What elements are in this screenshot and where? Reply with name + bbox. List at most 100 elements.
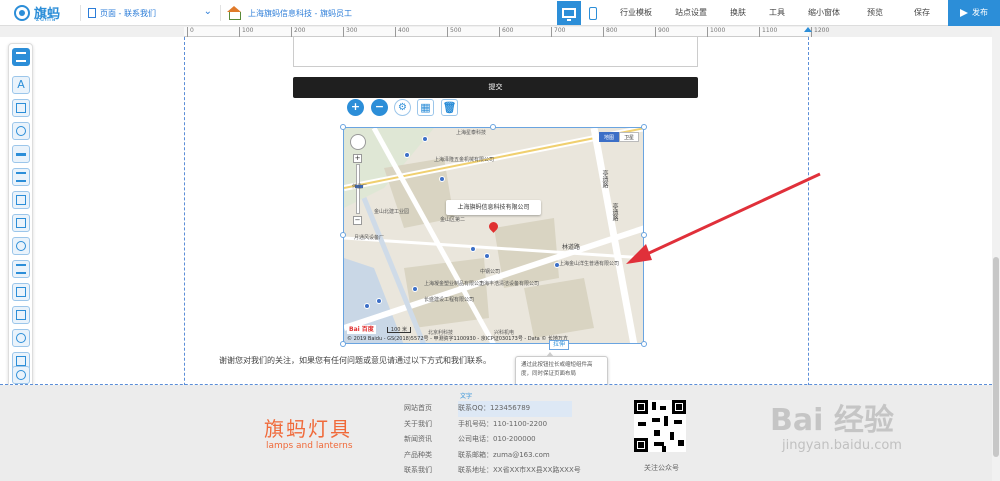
app-logo[interactable]: 旗蚂 zuma: [14, 3, 74, 23]
delete-icon[interactable]: 🗑: [441, 99, 458, 116]
ruler-tick: 1100: [759, 27, 777, 37]
map-poi-label: 上海泽隆五金机械有限公司: [434, 157, 495, 163]
site-name: 上海旗蚂信息科技 - 旗蚂员工: [248, 8, 352, 18]
ruler-tick: 1000: [707, 27, 725, 37]
text-component-tag: 文字: [460, 393, 473, 400]
baidu-map[interactable]: + − 地图 卫星 上海星泰科技 上海泽隆五金机械有限公司 伟星厂 金山北建工业…: [343, 127, 644, 344]
resize-handle[interactable]: [641, 124, 647, 130]
poi-marker[interactable]: [470, 246, 476, 252]
ruler-tick: 1200: [811, 27, 829, 37]
palette-line-button[interactable]: [12, 145, 30, 163]
palette-shop-button[interactable]: [12, 214, 30, 232]
page-selector[interactable]: 页面 - 联系我们 ⌄: [88, 0, 216, 26]
footer-link-home[interactable]: 网站首页: [404, 401, 432, 417]
submit-button[interactable]: 提交: [293, 77, 698, 98]
gallery-icon: [16, 195, 26, 205]
home-icon: [226, 6, 242, 20]
publish-button[interactable]: 发布: [948, 0, 1000, 26]
qr-code: [634, 400, 686, 452]
palette-music-button[interactable]: [12, 260, 30, 278]
palette-search-button[interactable]: [12, 366, 30, 384]
menu-preview[interactable]: 预览: [857, 0, 893, 26]
add-icon[interactable]: +: [347, 99, 364, 116]
map-zoom-in-button[interactable]: +: [353, 154, 362, 163]
road-label: 亭遗路: [601, 170, 608, 188]
mobile-view-button[interactable]: [581, 1, 605, 25]
map-poi-label: 上海金山洋生普通有限公司: [559, 261, 620, 267]
video-icon: [16, 287, 26, 297]
menu-shrink-window[interactable]: 缩小窗体: [802, 0, 846, 26]
map-pan-control[interactable]: [350, 134, 366, 150]
map-type-map[interactable]: 地图: [598, 132, 619, 142]
menu-save[interactable]: 保存: [902, 0, 942, 26]
road-label: 亭遗路: [611, 203, 618, 221]
map-component-toolbar: + − ⚙ ▦ 🗑: [345, 97, 460, 119]
resize-handle[interactable]: [490, 124, 496, 130]
palette-form-button[interactable]: [12, 99, 30, 117]
text-icon: A: [17, 78, 25, 91]
stretch-handle[interactable]: 拉伸: [549, 340, 570, 350]
resize-handle[interactable]: [340, 124, 346, 130]
poi-marker[interactable]: [412, 286, 418, 292]
poi-marker[interactable]: [404, 152, 410, 158]
map-poi-label: 上海凝金塑业制品有限公司: [424, 281, 485, 287]
poi-marker[interactable]: [484, 253, 490, 259]
map-poi-label: 金山北建工业园: [374, 209, 410, 215]
shapes-icon: [16, 126, 26, 136]
contact-intro-text: 谢谢您对我们的关注，如果您有任何问题或意见请通过以下方式和我们联系。: [219, 356, 491, 365]
map-poi-label: 上海丰浩清洁设备有限公司: [479, 281, 540, 287]
menu-skin[interactable]: 换肤: [723, 0, 753, 26]
ruler-tick: 0: [187, 27, 194, 37]
palette-list-button[interactable]: [12, 168, 30, 186]
palette-shapes-button[interactable]: [12, 122, 30, 140]
grid-icon[interactable]: ▦: [417, 99, 434, 116]
footer-brand-tagline: lamps and lanterns: [266, 441, 353, 451]
menu-site-settings[interactable]: 站点设置: [669, 0, 713, 26]
settings-gear-icon[interactable]: ⚙: [394, 99, 411, 116]
publish-label: 发布: [972, 8, 988, 17]
ruler-tick: 600: [499, 27, 513, 37]
map-zoom-out-button[interactable]: −: [353, 216, 362, 225]
snowflake-icon: [16, 241, 26, 251]
resize-handle[interactable]: [340, 232, 346, 238]
site-selector[interactable]: 上海旗蚂信息科技 - 旗蚂员工: [226, 0, 352, 26]
chevron-down-icon: ⌄: [203, 6, 212, 17]
palette-text-button[interactable]: A: [12, 76, 30, 94]
contact-mobile: 手机号码：110-1100-2200: [458, 419, 548, 428]
list-icon: [16, 52, 26, 62]
palette-gallery-button[interactable]: [12, 191, 30, 209]
map-poi-label: 长盛建设工程有限公司: [424, 297, 475, 303]
resize-handle[interactable]: [340, 341, 346, 347]
poi-marker[interactable]: [376, 298, 382, 304]
poi-marker[interactable]: [439, 176, 445, 182]
palette-effects-button[interactable]: [12, 237, 30, 255]
stretch-tooltip: 通过此按钮拉长或缩短组件高度，同时保证页面布局: [515, 352, 608, 386]
resize-handle[interactable]: [641, 341, 647, 347]
ruler-tick: 500: [447, 27, 461, 37]
footer-link-about[interactable]: 关于我们: [404, 417, 432, 433]
remove-icon[interactable]: −: [371, 99, 388, 116]
message-textarea[interactable]: [293, 37, 698, 67]
form-icon: [16, 103, 26, 113]
palette-compass-button[interactable]: [12, 329, 30, 347]
vertical-scrollbar[interactable]: [992, 27, 1000, 481]
palette-video-button[interactable]: [12, 283, 30, 301]
scrollbar-thumb[interactable]: [993, 257, 999, 457]
footer-contact-info: 联系QQ：123456789 手机号码：110-1100-2200 公司电话：0…: [458, 401, 581, 479]
ruler-tick: 700: [551, 27, 565, 37]
desktop-icon: [562, 8, 576, 21]
palette-code-button[interactable]: [12, 306, 30, 324]
map-type-satellite[interactable]: 卫星: [618, 132, 639, 142]
road-label: 林道路: [562, 244, 581, 251]
menu-industry-templates[interactable]: 行业模板: [612, 0, 660, 26]
desktop-view-button[interactable]: [557, 1, 581, 25]
footer-link-news[interactable]: 新闻资讯: [404, 432, 432, 448]
poi-marker[interactable]: [364, 303, 370, 309]
map-info-popup: 上海旗蚂信息科技有限公司: [446, 200, 541, 215]
poi-marker[interactable]: [422, 136, 428, 142]
palette-layers-button[interactable]: [12, 48, 30, 66]
footer-link-products[interactable]: 产品种类: [404, 448, 432, 464]
ruler-right-marker[interactable]: [804, 27, 812, 32]
menu-tools[interactable]: 工具: [762, 0, 792, 26]
footer-link-contact[interactable]: 联系我们: [404, 463, 432, 479]
